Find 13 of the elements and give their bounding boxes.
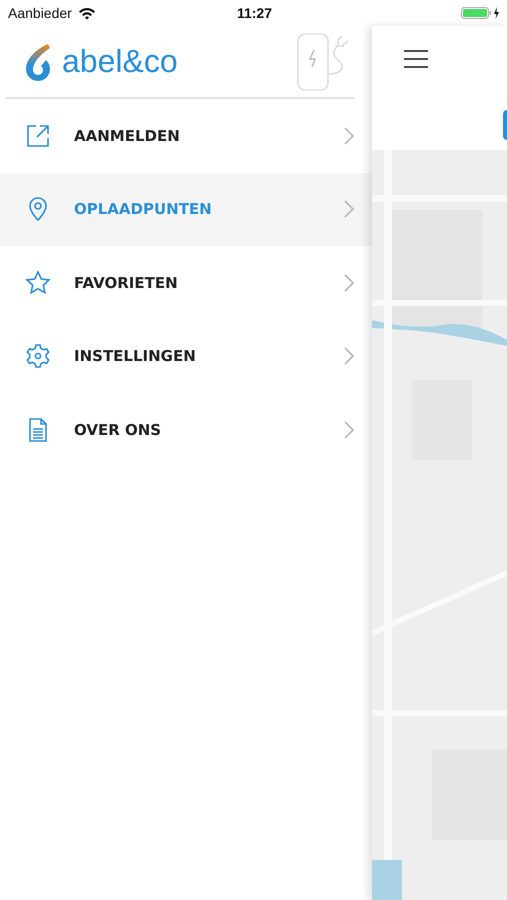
wifi-icon: [78, 6, 96, 20]
chevron-icon: [344, 126, 354, 145]
logo-text: abel&co: [62, 43, 178, 80]
clock-time: 11:27: [236, 5, 272, 21]
chevron-icon: [344, 274, 354, 292]
chevron-icon: [344, 200, 354, 218]
external-link-icon: [25, 122, 51, 149]
chevron-icon: [344, 420, 354, 439]
battery-icon: [460, 6, 501, 20]
gear-icon: [25, 343, 51, 370]
star-icon: [25, 270, 51, 296]
chevron-icon: [344, 347, 354, 366]
carrier-name: Aanbieder: [8, 5, 72, 21]
